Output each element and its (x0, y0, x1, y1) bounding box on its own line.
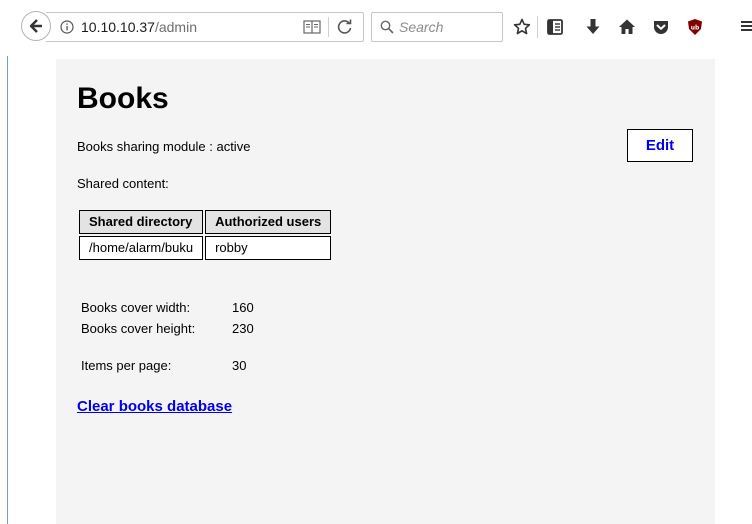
url-divider (328, 17, 329, 37)
table-row: /home/alarm/buku robby (79, 236, 332, 260)
svg-text:ub: ub (691, 25, 700, 32)
search-icon (380, 20, 394, 34)
reader-view-icon[interactable] (303, 19, 321, 35)
toolbar-divider (537, 16, 538, 38)
ublock-icon[interactable]: ub (686, 18, 704, 36)
setting-value: 30 (232, 358, 247, 373)
url-path: /admin (154, 19, 197, 35)
menu-icon[interactable] (741, 18, 752, 34)
table-header-row: Shared directory Authorized users (79, 210, 332, 234)
browser-toolbar: 10.10.10.37/admin Search ub (0, 0, 752, 56)
bookmarks-library-icon[interactable] (546, 18, 564, 36)
column-header-users: Authorized users (205, 210, 332, 234)
setting-label: Items per page: (81, 358, 172, 373)
downloads-icon[interactable] (585, 18, 601, 36)
page-title: Books (77, 82, 169, 115)
url-host: 10.10.10.37 (81, 19, 155, 35)
bookmark-star-icon[interactable] (513, 18, 531, 36)
home-icon[interactable] (618, 18, 636, 36)
setting-value: 230 (232, 321, 254, 336)
back-button[interactable] (21, 11, 51, 41)
reload-icon[interactable] (336, 18, 354, 36)
content-panel: Books Books sharing module : active Edit… (56, 59, 715, 524)
column-header-directory: Shared directory (79, 210, 204, 234)
search-placeholder: Search (399, 19, 444, 35)
edit-button[interactable]: Edit (627, 129, 693, 162)
url-text[interactable]: 10.10.10.37/admin (81, 19, 197, 35)
setting-value: 160 (232, 300, 254, 315)
window-edge (7, 56, 8, 524)
module-status: Books sharing module : active (77, 139, 251, 154)
back-arrow-icon (29, 19, 42, 33)
cell-users: robby (205, 236, 332, 260)
shared-content-label: Shared content: (77, 176, 169, 191)
setting-label: Books cover width: (81, 300, 191, 315)
pocket-icon[interactable] (652, 18, 670, 36)
shared-content-table: Shared directory Authorized users /home/… (77, 208, 333, 262)
setting-label: Books cover height: (81, 321, 196, 336)
clear-books-database-link[interactable]: Clear books database (77, 398, 232, 416)
cell-directory: /home/alarm/buku (79, 236, 204, 260)
info-icon[interactable] (60, 20, 74, 34)
